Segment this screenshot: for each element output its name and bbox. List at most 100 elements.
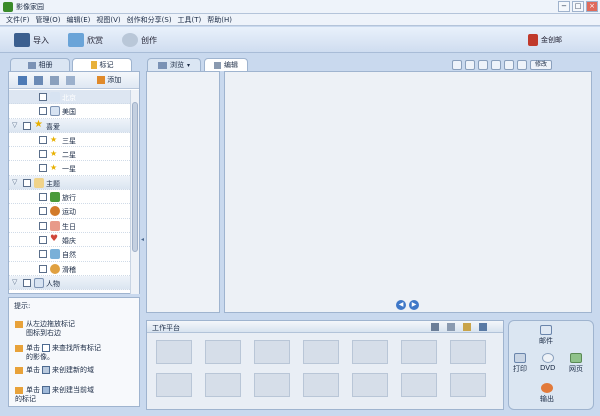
collapse-arrow-icon[interactable]: ▽ xyxy=(12,178,17,186)
heart-icon: ♥ xyxy=(50,233,59,244)
tree-checkbox[interactable] xyxy=(39,221,47,230)
workbench-slot[interactable] xyxy=(401,373,437,397)
add-button[interactable]: 添加 xyxy=(97,75,121,85)
edit-tag-icon[interactable] xyxy=(66,76,75,85)
tree-checkbox[interactable] xyxy=(39,207,47,216)
trash-icon[interactable] xyxy=(447,323,455,331)
tab-browse[interactable]: 浏览 ▾ xyxy=(147,58,201,71)
tree-group-favorites[interactable]: ▽ ★ 喜爱 xyxy=(9,118,130,133)
tree-item-birthday[interactable]: 生日 xyxy=(9,219,130,233)
scrollbar-thumb[interactable] xyxy=(132,102,138,252)
tree-item-2star[interactable]: ★ 二星 xyxy=(9,147,130,162)
modify-button[interactable]: 修改 xyxy=(530,59,552,70)
workbench-slot[interactable] xyxy=(303,373,339,397)
tree-item-wedding[interactable]: ♥ 婚庆 xyxy=(9,233,130,248)
maximize-button[interactable]: □ xyxy=(572,1,584,12)
create-button[interactable]: 创作 xyxy=(122,32,157,48)
import-button[interactable]: 导入 xyxy=(14,32,49,48)
web-icon xyxy=(570,353,582,363)
prev-button[interactable]: ◀ xyxy=(396,300,406,310)
delete-tag-icon[interactable] xyxy=(50,76,59,85)
tree-group-people[interactable]: ▽ 人物 xyxy=(9,275,130,290)
tab-album[interactable]: 相册 xyxy=(10,58,70,71)
collapse-arrow-icon[interactable]: ▽ xyxy=(12,121,17,129)
tree-checkbox[interactable] xyxy=(39,107,47,116)
new-subtag-icon[interactable] xyxy=(34,76,43,85)
tree-item-travel[interactable]: 旅行 xyxy=(9,190,130,205)
main-toolbar: 导入 欣赏 创作 金创邮 xyxy=(0,27,600,53)
browse-button[interactable]: 欣赏 xyxy=(68,32,103,48)
album-icon xyxy=(27,61,36,69)
tree-item-sports[interactable]: 运动 xyxy=(9,204,130,219)
download-icon[interactable] xyxy=(431,323,439,331)
workbench-slot[interactable] xyxy=(450,373,486,397)
tree-checkbox[interactable] xyxy=(39,264,47,273)
workbench-slot[interactable] xyxy=(156,340,192,364)
tree-item-usa[interactable]: 美国 xyxy=(9,104,130,119)
current-domain-icon xyxy=(42,386,50,394)
tree-item-3star[interactable]: ★ 三星 xyxy=(9,133,130,148)
move-icon[interactable] xyxy=(517,59,527,70)
hint-new-domain: 单击 来创建新的域 xyxy=(15,366,94,375)
next-button[interactable]: ▶ xyxy=(409,300,419,310)
tree-checkbox[interactable] xyxy=(39,250,47,259)
rotate-left-icon[interactable] xyxy=(452,59,462,70)
tree-group-themes[interactable]: ▽ 主题 xyxy=(9,175,130,191)
close-button[interactable]: × xyxy=(586,1,598,12)
fit-icon[interactable] xyxy=(504,59,514,70)
tree-checkbox[interactable] xyxy=(39,164,47,173)
menu-bar: 文件(F) 管理(O) 编辑(E) 视图(V) 创作和分享(S) 工具(T) 帮… xyxy=(0,14,600,26)
tree-checkbox[interactable] xyxy=(23,178,31,187)
tree-checkbox[interactable] xyxy=(23,278,31,287)
tree-checkbox[interactable] xyxy=(39,93,47,101)
workbench-slot[interactable] xyxy=(303,340,339,364)
export-button[interactable]: 输出 xyxy=(540,383,554,404)
menu-manage[interactable]: 管理(O) xyxy=(36,14,67,25)
person-icon xyxy=(50,106,60,117)
tree-item-beijing[interactable]: 北京 xyxy=(9,90,130,105)
tree-scrollbar[interactable] xyxy=(130,90,139,294)
menu-help[interactable]: 帮助(H) xyxy=(207,14,238,25)
export-icon xyxy=(541,383,553,393)
tree-checkbox[interactable] xyxy=(23,121,31,130)
collapse-arrow-icon[interactable]: ▽ xyxy=(12,278,17,286)
save-icon[interactable] xyxy=(479,323,487,331)
tree-checkbox[interactable] xyxy=(39,193,47,202)
menu-create-share[interactable]: 创作和分享(S) xyxy=(127,14,178,25)
workbench-slot[interactable] xyxy=(352,340,388,364)
tab-tags[interactable]: 标记 xyxy=(72,58,132,71)
tree-item-funny[interactable]: 滑稽 xyxy=(9,262,130,276)
workbench-slot[interactable] xyxy=(352,373,388,397)
browse-icon xyxy=(157,61,167,69)
menu-tools[interactable]: 工具(T) xyxy=(178,14,208,25)
tree-checkbox[interactable] xyxy=(39,150,47,159)
workbench-slot[interactable] xyxy=(254,340,290,364)
zoom-out-icon[interactable] xyxy=(491,59,501,70)
rotate-right-icon[interactable] xyxy=(465,59,475,70)
menu-file[interactable]: 文件(F) xyxy=(6,14,36,25)
workbench-slot[interactable] xyxy=(450,340,486,364)
menu-view[interactable]: 视图(V) xyxy=(96,14,126,25)
workbench-slot[interactable] xyxy=(254,373,290,397)
web-button[interactable]: 网页 xyxy=(569,353,583,374)
workbench-slot[interactable] xyxy=(156,373,192,397)
workbench-slot[interactable] xyxy=(205,373,241,397)
tree-item-nature[interactable]: 自然 xyxy=(9,247,130,262)
dropdown-arrow-icon[interactable]: ▾ xyxy=(187,62,190,69)
print-button[interactable]: 打印 xyxy=(513,353,527,374)
tab-edit[interactable]: 编辑 xyxy=(204,58,248,71)
zoom-in-icon[interactable] xyxy=(478,59,488,70)
dvd-button[interactable]: DVD xyxy=(540,353,555,372)
workbench-slot[interactable] xyxy=(205,340,241,364)
pencil-icon xyxy=(214,61,221,69)
tree-checkbox[interactable] xyxy=(39,135,47,144)
minimize-button[interactable]: − xyxy=(558,1,570,12)
new-tag-icon[interactable] xyxy=(18,76,27,85)
workbench-slot[interactable] xyxy=(401,340,437,364)
menu-edit[interactable]: 编辑(E) xyxy=(66,14,96,25)
folder-icon[interactable] xyxy=(463,323,471,331)
mail-button[interactable]: 邮件 xyxy=(539,325,553,346)
tree-checkbox[interactable] xyxy=(39,235,47,244)
tree-item-1star[interactable]: ★ 一星 xyxy=(9,161,130,176)
app-icon xyxy=(3,2,13,12)
